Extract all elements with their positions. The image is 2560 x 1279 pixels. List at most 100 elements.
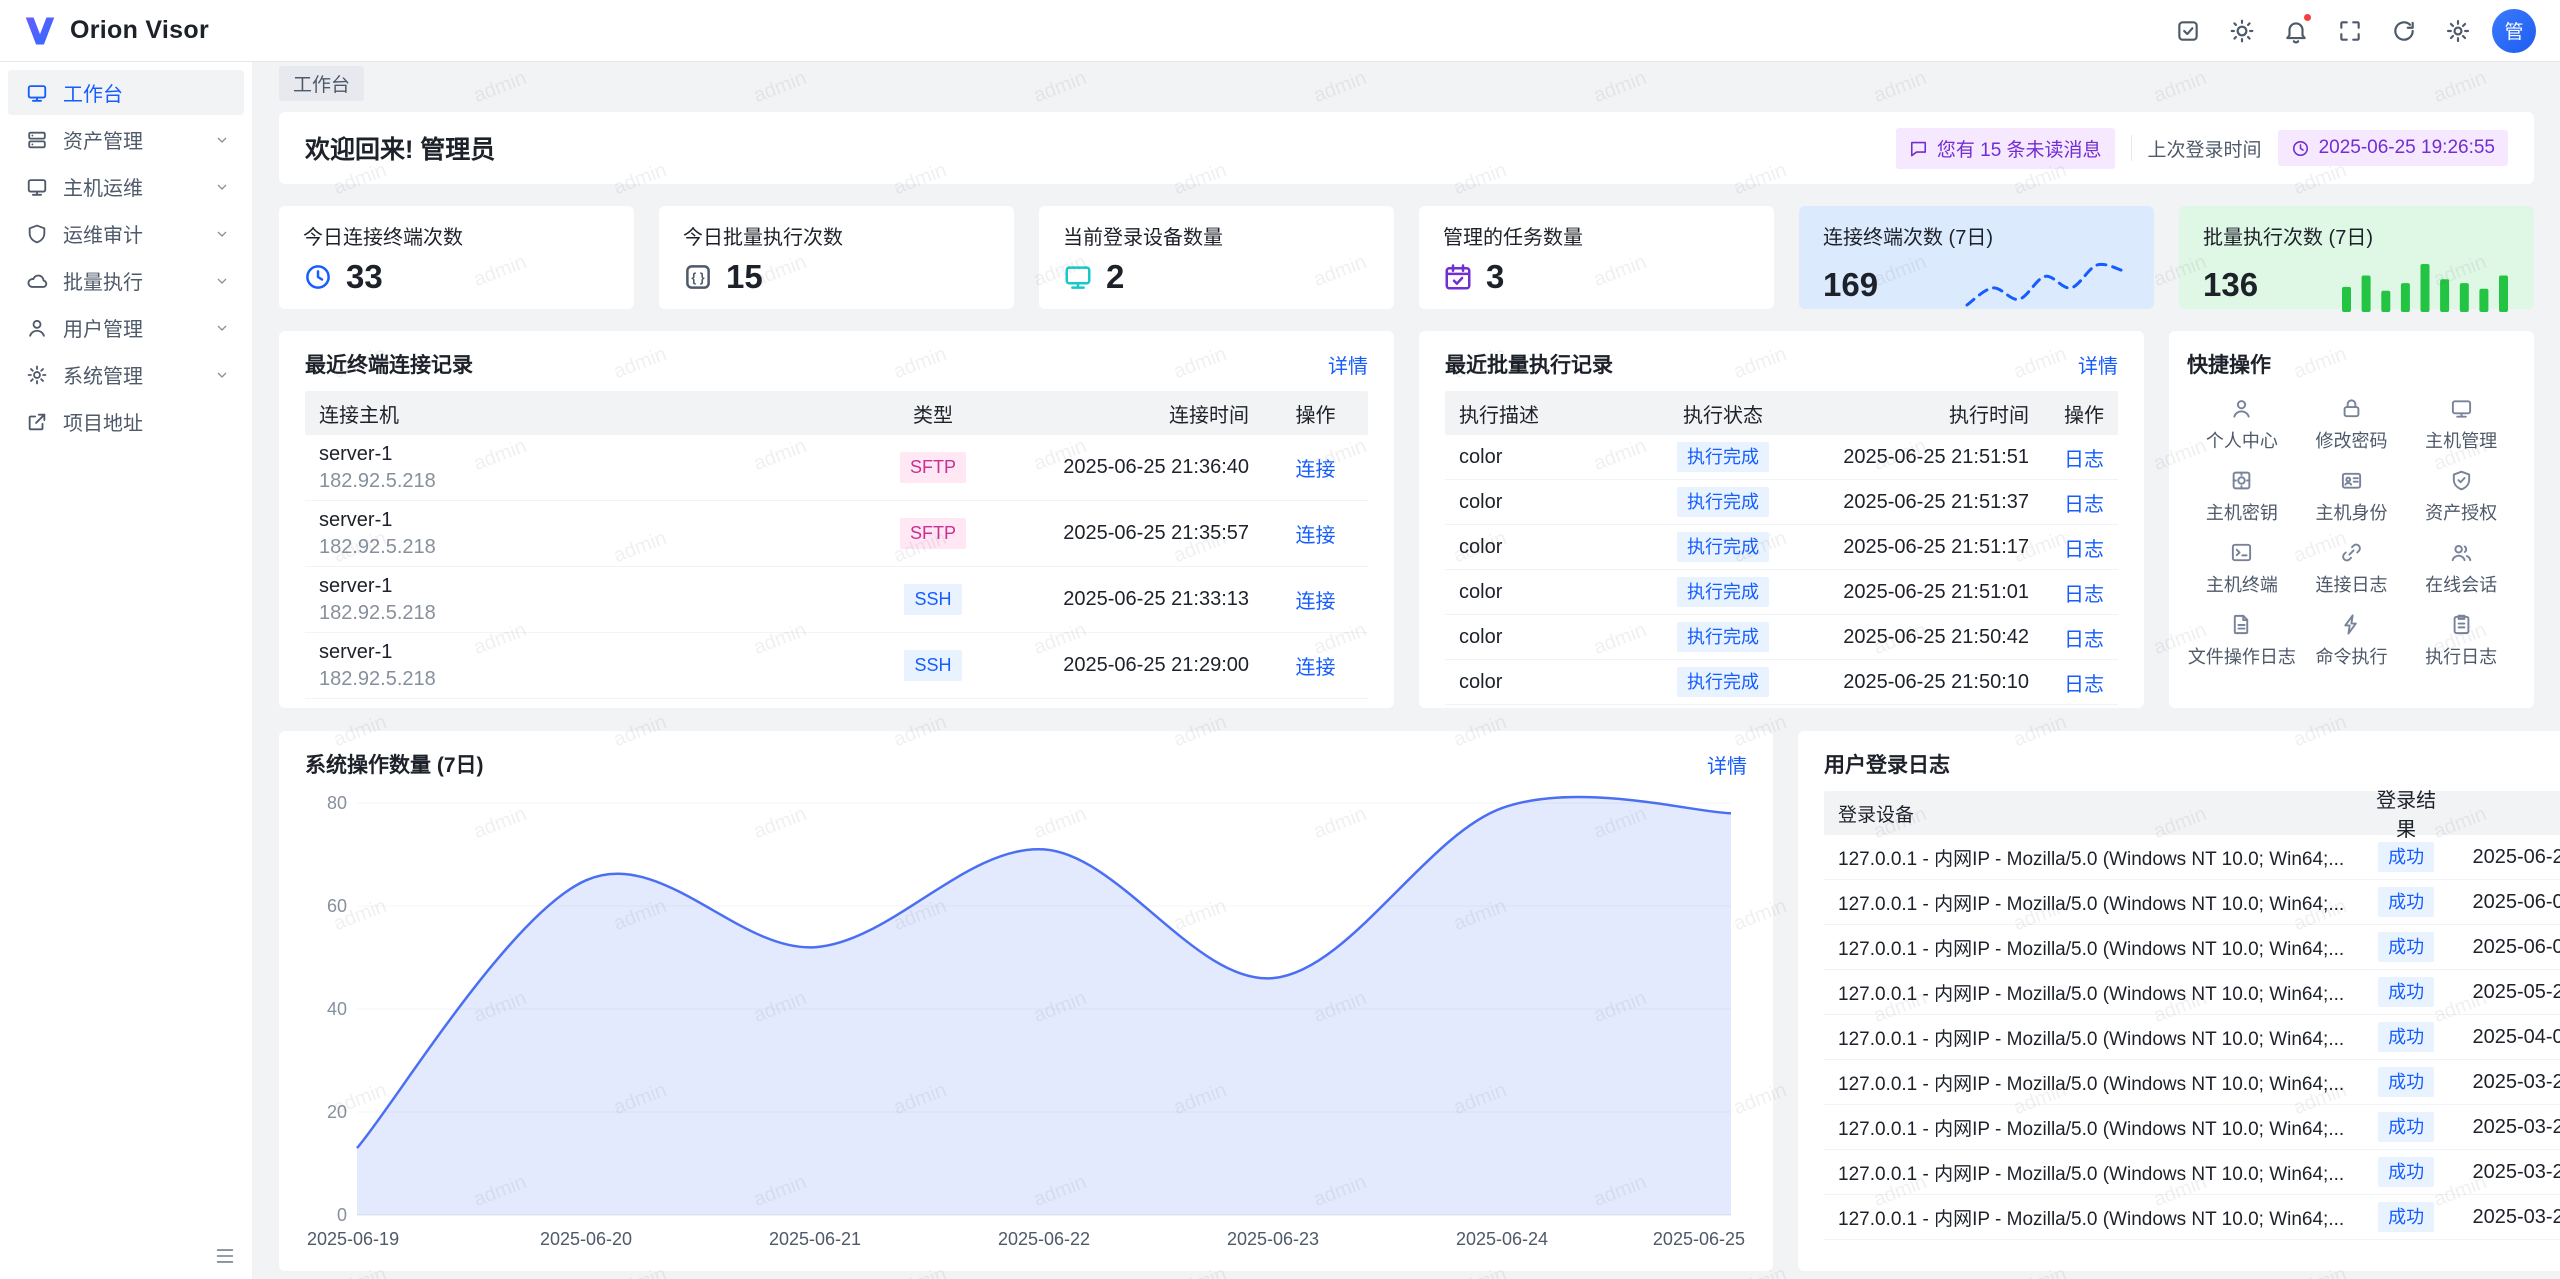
user-icon bbox=[26, 317, 48, 339]
login-time: 2025-04-03 01:36:58 bbox=[2454, 1026, 2560, 1049]
terminal-records-detail-link[interactable]: 详情 bbox=[1328, 350, 1368, 379]
sidebar-item-host-operations[interactable]: 主机运维 bbox=[8, 164, 244, 209]
host-cell: server-1182.92.5.218 bbox=[305, 442, 868, 494]
login-log-row: 127.0.0.1 - 内网IP - Mozilla/5.0 (Windows … bbox=[1824, 970, 2560, 1015]
header-actions: 管 bbox=[2166, 9, 2536, 53]
refresh-icon[interactable] bbox=[2382, 9, 2426, 53]
terminal-records-title: 最近终端连接记录 bbox=[305, 349, 473, 379]
quick-action-host-keys[interactable]: 主机密钥 bbox=[2187, 461, 2297, 533]
quick-action-asset-authorization[interactable]: 资产授权 bbox=[2406, 461, 2516, 533]
login-result-badge: 成功 bbox=[2378, 932, 2434, 963]
login-time: 2025-03-22 00:42:34 bbox=[2454, 1161, 2560, 1184]
monitor-icon bbox=[26, 176, 48, 198]
quick-action-command-execution[interactable]: 命令执行 bbox=[2297, 605, 2407, 677]
log-link[interactable]: 日志 bbox=[2064, 629, 2104, 651]
system-operations-chart: 0204060802025-06-192025-06-202025-06-212… bbox=[305, 787, 1747, 1255]
breadcrumb-item-workbench[interactable]: 工作台 bbox=[279, 66, 364, 101]
quick-action-label: 执行日志 bbox=[2425, 643, 2497, 669]
lightning-icon bbox=[2340, 613, 2363, 636]
login-logs-panel: 用户登录日志 详情 登录设备登录结果登录时间127.0.0.1 - 内网IP -… bbox=[1798, 731, 2560, 1271]
quick-action-label: 资产授权 bbox=[2425, 499, 2497, 525]
quick-action-connection-logs[interactable]: 连接日志 bbox=[2297, 533, 2407, 605]
batch-records-detail-link[interactable]: 详情 bbox=[2078, 350, 2118, 379]
svg-text:2025-06-19: 2025-06-19 bbox=[307, 1229, 399, 1249]
chevron-down-icon bbox=[214, 179, 230, 195]
column-header: 执行描述 bbox=[1445, 399, 1638, 428]
log-link[interactable]: 日志 bbox=[2064, 539, 2104, 561]
quick-action-host-management[interactable]: 主机管理 bbox=[2406, 389, 2516, 461]
quick-action-host-terminal[interactable]: 主机终端 bbox=[2187, 533, 2297, 605]
sidebar-item-ops-audit[interactable]: 运维审计 bbox=[8, 211, 244, 256]
exec-description: color bbox=[1445, 581, 1638, 604]
sidebar-item-system-management[interactable]: 系统管理 bbox=[8, 352, 244, 397]
user-icon bbox=[2230, 397, 2253, 420]
quick-action-online-sessions[interactable]: 在线会话 bbox=[2406, 533, 2516, 605]
login-log-row: 127.0.0.1 - 内网IP - Mozilla/5.0 (Windows … bbox=[1824, 1060, 2560, 1105]
terminal-icon bbox=[2230, 541, 2253, 564]
batch-record-row: color执行完成2025-06-25 21:51:51日志 bbox=[1445, 435, 2118, 480]
log-link[interactable]: 日志 bbox=[2064, 584, 2104, 606]
breadcrumb: 工作台 bbox=[279, 68, 2534, 98]
quick-action-personal-center[interactable]: 个人中心 bbox=[2187, 389, 2297, 461]
svg-text:2025-06-25: 2025-06-25 bbox=[1653, 1229, 1745, 1249]
sidebar-item-label: 工作台 bbox=[63, 78, 230, 107]
terminal-record-row: server-1182.92.5.218SFTP2025-06-25 21:35… bbox=[305, 501, 1368, 567]
quick-action-label: 修改密码 bbox=[2315, 427, 2387, 453]
sidebar-item-user-management[interactable]: 用户管理 bbox=[8, 305, 244, 350]
checkbox-icon[interactable] bbox=[2166, 9, 2210, 53]
exec-time: 2025-06-25 21:50:10 bbox=[1808, 671, 2043, 694]
theme-toggle-sun-icon[interactable] bbox=[2220, 9, 2264, 53]
exec-description: color bbox=[1445, 671, 1638, 694]
log-link[interactable]: 日志 bbox=[2064, 494, 2104, 516]
connect-link[interactable]: 连接 bbox=[1296, 459, 1336, 481]
quick-action-file-operation-logs[interactable]: 文件操作日志 bbox=[2187, 605, 2297, 677]
quick-actions-panel: 快捷操作 个人中心修改密码主机管理主机密钥主机身份资产授权主机终端连接日志在线会… bbox=[2169, 331, 2534, 708]
external-link-icon bbox=[26, 411, 48, 433]
quick-action-execution-logs[interactable]: 执行日志 bbox=[2406, 605, 2516, 677]
connect-link[interactable]: 连接 bbox=[1296, 657, 1336, 679]
sidebar: 工作台资产管理主机运维运维审计批量执行用户管理系统管理项目地址 bbox=[0, 62, 253, 1279]
quick-action-label: 命令执行 bbox=[2315, 643, 2387, 669]
fullscreen-icon[interactable] bbox=[2328, 9, 2372, 53]
settings-gear-icon[interactable] bbox=[2436, 9, 2480, 53]
log-link[interactable]: 日志 bbox=[2064, 674, 2104, 696]
sidebar-item-asset-management[interactable]: 资产管理 bbox=[8, 117, 244, 162]
exec-status-badge: 执行完成 bbox=[1677, 532, 1769, 563]
sidebar-item-project-link[interactable]: 项目地址 bbox=[8, 399, 244, 444]
svg-text:2025-06-21: 2025-06-21 bbox=[769, 1229, 861, 1249]
monitor-icon bbox=[1063, 262, 1093, 292]
system-operations-title: 系统操作数量 (7日) bbox=[305, 749, 484, 779]
log-link[interactable]: 日志 bbox=[2064, 449, 2104, 471]
login-time: 2025-03-29 17:42:50 bbox=[2454, 1071, 2560, 1094]
bottom-row: 系统操作数量 (7日) 详情 0204060802025-06-192025-0… bbox=[279, 731, 2534, 1271]
quick-action-host-identity[interactable]: 主机身份 bbox=[2297, 461, 2407, 533]
column-header: 登录设备 bbox=[1824, 800, 2358, 827]
exec-description: color bbox=[1445, 536, 1638, 559]
connect-link[interactable]: 连接 bbox=[1296, 525, 1336, 547]
svg-text:60: 60 bbox=[327, 896, 347, 916]
user-avatar[interactable]: 管 bbox=[2492, 9, 2536, 53]
batch-record-row: color执行完成2025-06-25 21:50:42日志 bbox=[1445, 615, 2118, 660]
sidebar-item-workbench[interactable]: 工作台 bbox=[8, 70, 244, 115]
system-operations-detail-link[interactable]: 详情 bbox=[1707, 750, 1747, 779]
login-log-row: 127.0.0.1 - 内网IP - Mozilla/5.0 (Windows … bbox=[1824, 1015, 2560, 1060]
welcome-meta: 您有 15 条未读消息 上次登录时间 2025-06-25 19:26:55 bbox=[1896, 128, 2508, 169]
login-result-badge: 成功 bbox=[2378, 1067, 2434, 1098]
sidebar-item-batch-execution[interactable]: 批量执行 bbox=[8, 258, 244, 303]
brand[interactable]: Orion Visor bbox=[22, 13, 209, 49]
column-header: 连接时间 bbox=[998, 399, 1263, 428]
quick-action-label: 文件操作日志 bbox=[2188, 643, 2296, 669]
dashboard-icon bbox=[26, 82, 48, 104]
connect-link[interactable]: 连接 bbox=[1296, 591, 1336, 613]
quick-action-label: 主机终端 bbox=[2206, 571, 2278, 597]
login-logs-table: 登录设备登录结果登录时间127.0.0.1 - 内网IP - Mozilla/5… bbox=[1824, 791, 2560, 1240]
unread-messages-badge[interactable]: 您有 15 条未读消息 bbox=[1896, 128, 2115, 169]
quick-action-change-password[interactable]: 修改密码 bbox=[2297, 389, 2407, 461]
batch-record-row: color执行完成2025-06-25 21:51:17日志 bbox=[1445, 525, 2118, 570]
login-device: 127.0.0.1 - 内网IP - Mozilla/5.0 (Windows … bbox=[1824, 934, 2358, 961]
quick-action-label: 连接日志 bbox=[2315, 571, 2387, 597]
notifications-bell-icon[interactable] bbox=[2274, 9, 2318, 53]
collapse-sidebar-icon[interactable] bbox=[214, 1245, 236, 1267]
column-header: 执行时间 bbox=[1808, 399, 2043, 428]
connect-time: 2025-06-25 21:29:00 bbox=[998, 654, 1263, 677]
